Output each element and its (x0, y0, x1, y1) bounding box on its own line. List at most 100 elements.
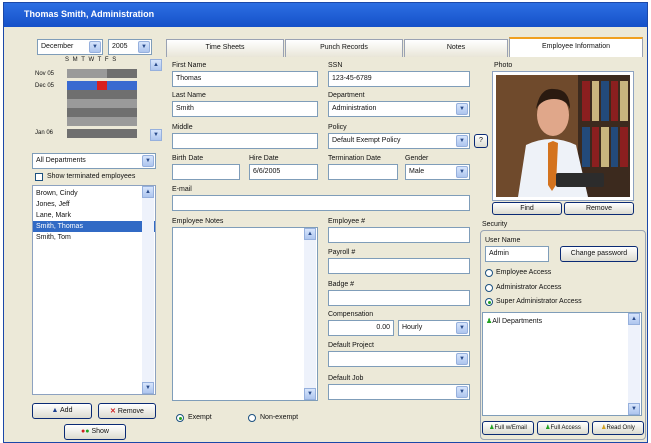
employee-num-label: Employee # (328, 218, 365, 225)
add-button[interactable]: ▲ Add (32, 403, 92, 419)
middle-input[interactable] (172, 133, 318, 149)
exempt-radio[interactable] (176, 414, 184, 422)
calendar-day[interactable] (67, 69, 77, 78)
list-item-selected[interactable]: Smith, Thomas (33, 221, 155, 232)
show-label: Show (91, 428, 109, 435)
gender-value: Male (409, 168, 425, 175)
compensation-period-select[interactable]: Hourly ▼ (398, 320, 470, 336)
default-job-select[interactable]: ▼ (328, 384, 470, 400)
calendar-day[interactable] (97, 69, 107, 78)
read-only-button[interactable]: ♟Read Only (592, 421, 644, 435)
month-select[interactable]: December ▼ (37, 39, 103, 55)
calendar-day[interactable] (117, 69, 127, 78)
show-terminated-checkbox[interactable] (35, 173, 43, 181)
list-item[interactable]: ♟All Departments (486, 317, 542, 325)
last-name-input[interactable]: Smith (172, 101, 318, 117)
super-administrator-access-radio[interactable] (485, 298, 493, 306)
calendar-day[interactable] (107, 81, 117, 90)
remove-photo-button[interactable]: Remove (564, 202, 634, 215)
administrator-access-label: Administrator Access (496, 284, 562, 291)
calendar-day[interactable] (67, 81, 77, 90)
department-select[interactable]: Administration ▼ (328, 101, 470, 117)
termination-date-label: Termination Date (328, 155, 381, 162)
badge-num-input[interactable] (328, 290, 470, 306)
administrator-access-radio[interactable] (485, 284, 493, 292)
calendar-day[interactable] (107, 69, 117, 78)
policy-select[interactable]: Default Exempt Policy ▼ (328, 133, 470, 149)
user-name-input[interactable]: Admin (485, 246, 549, 262)
employee-num-input[interactable] (328, 227, 470, 243)
scroll-down-icon[interactable]: ▼ (628, 403, 640, 415)
calendar-day[interactable] (87, 81, 97, 90)
calendar-day[interactable] (127, 69, 137, 78)
first-name-input[interactable]: Thomas (172, 71, 318, 87)
show-button[interactable]: ●● Show (64, 424, 126, 440)
tab-punch-records[interactable]: Punch Records (285, 39, 403, 57)
non-exempt-label: Non-exempt (260, 414, 299, 421)
department-filter-select[interactable]: All Departments ▼ (32, 153, 156, 169)
policy-help-button[interactable]: ? (474, 134, 488, 148)
chevron-down-icon[interactable]: ▼ (142, 155, 154, 167)
employee-notes-textarea[interactable]: ▲ ▼ (172, 227, 318, 401)
list-item[interactable]: Jones, Jeff (33, 199, 155, 210)
calendar-day[interactable] (127, 81, 137, 90)
remove-button[interactable]: ✕ Remove (98, 403, 156, 419)
calendar-day[interactable] (77, 81, 87, 90)
chevron-down-icon[interactable]: ▼ (456, 135, 468, 147)
scroll-down-icon[interactable]: ▼ (142, 382, 154, 394)
calendar-next-icon[interactable]: ▼ (150, 129, 162, 141)
calendar-prev-icon[interactable]: ▲ (150, 59, 162, 71)
birth-date-input[interactable] (172, 164, 240, 180)
ssn-input[interactable]: 123-45-6789 (328, 71, 470, 87)
chevron-down-icon[interactable]: ▼ (456, 386, 468, 398)
scroll-up-icon[interactable]: ▲ (628, 313, 640, 325)
scrollbar[interactable]: ▲ ▼ (142, 186, 154, 394)
change-password-button[interactable]: Change password (560, 246, 638, 262)
email-input[interactable] (172, 195, 470, 211)
full-with-email-button[interactable]: ♟Full w/Email (482, 421, 534, 435)
chevron-down-icon[interactable]: ▼ (456, 166, 468, 178)
calendar-day[interactable] (97, 81, 107, 90)
calendar-day[interactable] (77, 69, 87, 78)
scrollbar[interactable]: ▲ ▼ (628, 313, 640, 415)
default-project-select[interactable]: ▼ (328, 351, 470, 367)
list-item[interactable]: Brown, Cindy (33, 188, 155, 199)
chevron-down-icon[interactable]: ▼ (456, 322, 468, 334)
chevron-down-icon[interactable]: ▼ (456, 103, 468, 115)
security-label: Security (482, 221, 508, 228)
scrollbar[interactable]: ▲ ▼ (304, 228, 316, 400)
termination-date-input[interactable] (328, 164, 398, 180)
tab-notes[interactable]: Notes (404, 39, 508, 57)
show-icon: ● (85, 428, 90, 435)
add-icon: ▲ (51, 407, 59, 414)
non-exempt-radio[interactable] (248, 414, 256, 422)
year-select[interactable]: 2005 ▼ (108, 39, 152, 55)
payroll-num-input[interactable] (328, 258, 470, 274)
list-item[interactable]: Lane, Mark (33, 210, 155, 221)
hire-date-input[interactable]: 6/6/2005 (249, 164, 318, 180)
calendar-day[interactable] (87, 69, 97, 78)
employee-notes-label: Employee Notes (172, 218, 224, 225)
scroll-up-icon[interactable]: ▲ (142, 186, 154, 198)
chevron-down-icon[interactable]: ▼ (138, 41, 150, 53)
chevron-down-icon[interactable]: ▼ (89, 41, 101, 53)
full-access-button[interactable]: ♟Full Access (537, 421, 589, 435)
default-job-label: Default Job (328, 375, 364, 382)
scroll-down-icon[interactable]: ▼ (304, 388, 316, 400)
calendar-grid[interactable] (67, 61, 147, 138)
scroll-up-icon[interactable]: ▲ (304, 228, 316, 240)
window-title: Thomas Smith, Administration (4, 3, 647, 27)
tab-employee-information[interactable]: Employee Information (509, 37, 643, 57)
find-photo-button[interactable]: Find (492, 202, 562, 215)
calendar-month-label: Jan 06 (35, 130, 54, 136)
compensation-input[interactable]: 0.00 (328, 320, 394, 336)
tab-time-sheets[interactable]: Time Sheets (166, 39, 284, 57)
calendar-day[interactable] (117, 81, 127, 90)
list-item[interactable]: Smith, Tom (33, 232, 155, 243)
gender-select[interactable]: Male ▼ (405, 164, 470, 180)
employee-access-radio[interactable] (485, 269, 493, 277)
chevron-down-icon[interactable]: ▼ (456, 353, 468, 365)
show-terminated-label: Show terminated employees (47, 173, 136, 180)
security-department-list[interactable]: ♟All Departments ▲ ▼ (482, 312, 642, 416)
employee-list[interactable]: Brown, Cindy Jones, Jeff Lane, Mark Smit… (32, 185, 156, 395)
